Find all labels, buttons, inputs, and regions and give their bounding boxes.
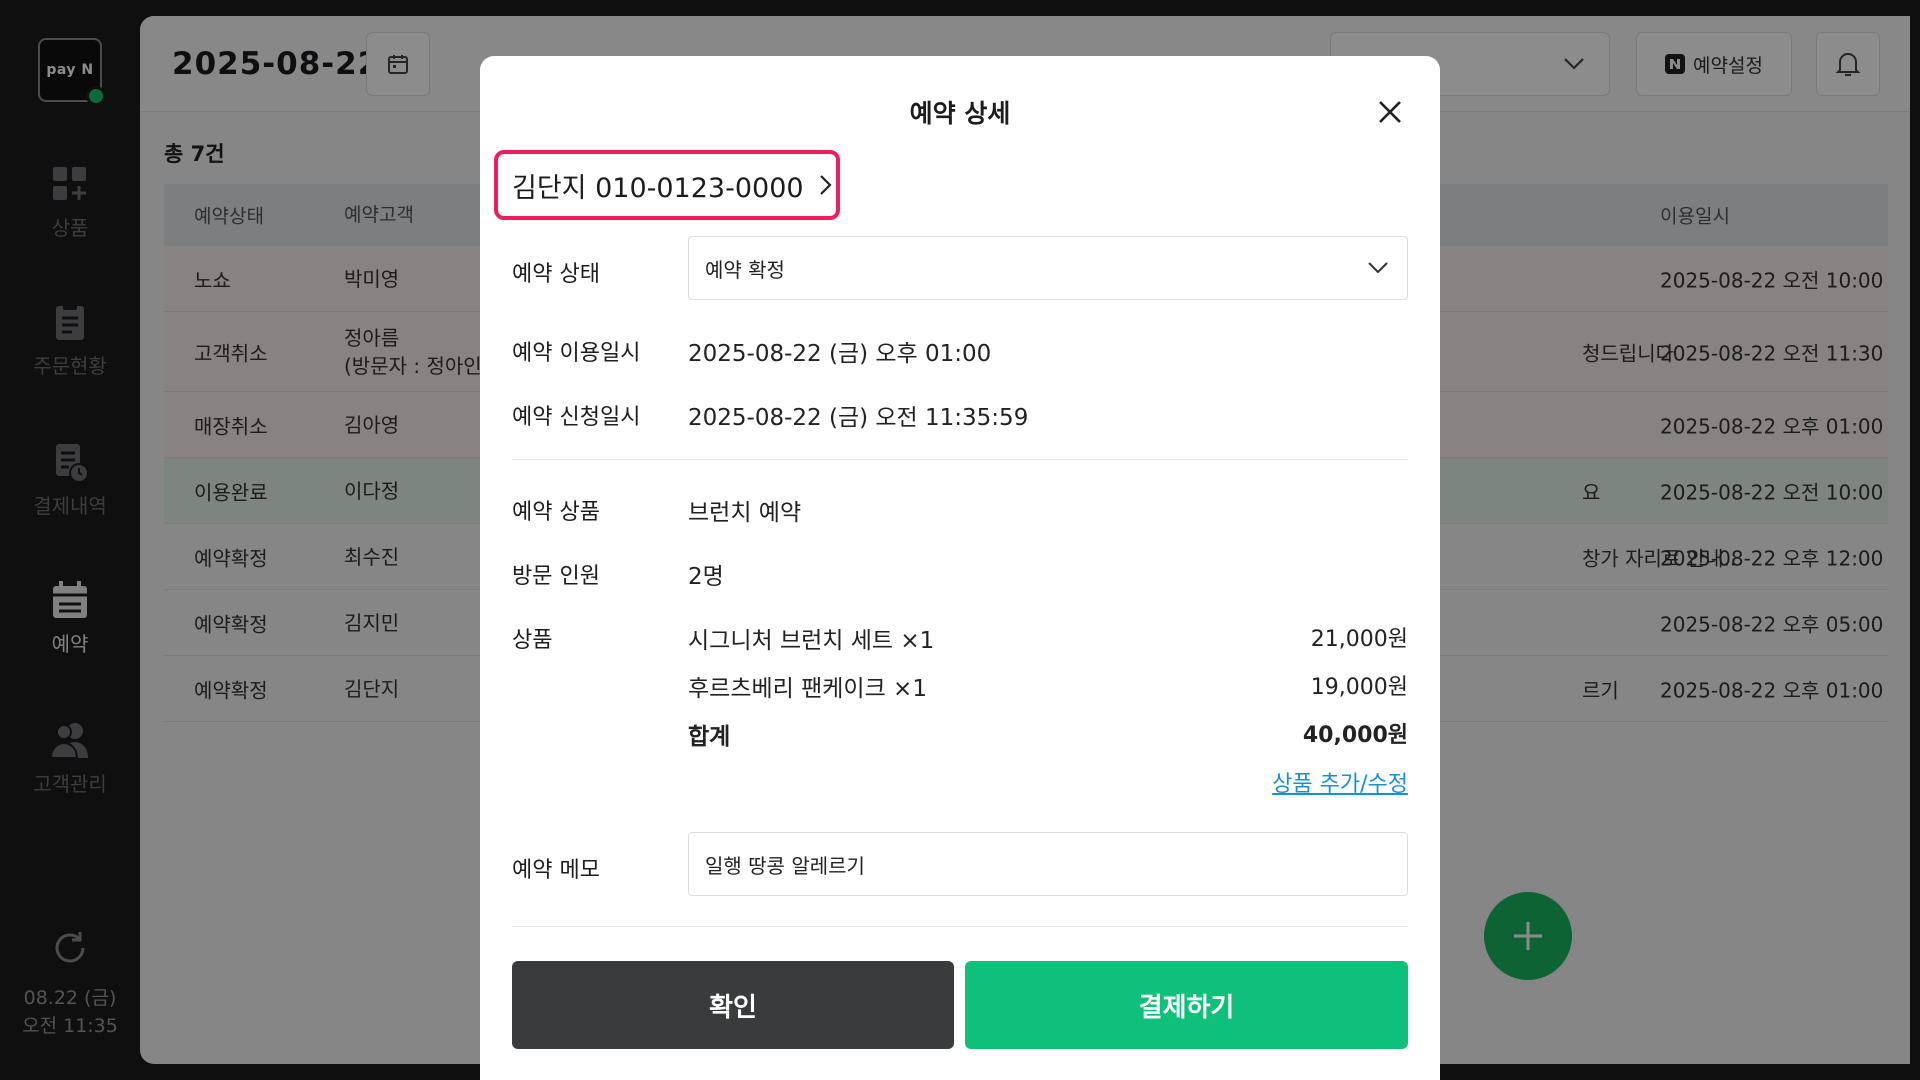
guests-value: 2명 bbox=[688, 564, 724, 590]
confirm-button[interactable]: 확인 bbox=[512, 961, 954, 1049]
edit-products-link[interactable]: 상품 추가/수정 bbox=[1272, 766, 1408, 798]
confirm-button-label: 확인 bbox=[709, 992, 757, 1023]
request-date-value: 2025-08-22 (금) 오전 11:35:59 bbox=[688, 405, 1029, 431]
memo-value: 일행 땅콩 알레르기 bbox=[705, 853, 865, 878]
status-label: 예약 상태 bbox=[512, 262, 600, 287]
item-name: 시그니처 브런치 세트 ×1 bbox=[688, 628, 935, 654]
total-label: 합계 bbox=[688, 724, 731, 750]
close-icon[interactable] bbox=[1370, 92, 1410, 132]
memo-label: 예약 메모 bbox=[512, 858, 600, 883]
items-label: 상품 bbox=[512, 628, 553, 653]
use-date-value: 2025-08-22 (금) 오후 01:00 bbox=[688, 341, 992, 367]
divider bbox=[512, 926, 1408, 927]
pay-button-label: 결제하기 bbox=[1138, 992, 1235, 1023]
pay-button[interactable]: 결제하기 bbox=[965, 961, 1408, 1049]
reservation-detail-modal: 예약 상세 김단지 010-0123-0000 예약 상태 예약 확정 예약 이… bbox=[480, 56, 1440, 1080]
product-value: 브런치 예약 bbox=[688, 500, 802, 526]
product-label: 예약 상품 bbox=[512, 500, 600, 525]
status-select-value: 예약 확정 bbox=[705, 257, 785, 282]
chevron-right-icon bbox=[819, 175, 832, 195]
status-select[interactable]: 예약 확정 bbox=[688, 236, 1408, 300]
chevron-down-icon bbox=[1368, 262, 1388, 274]
use-date-label: 예약 이용일시 bbox=[512, 341, 641, 366]
customer-info-link[interactable]: 김단지 010-0123-0000 bbox=[494, 150, 840, 220]
memo-field[interactable]: 일행 땅콩 알레르기 bbox=[688, 832, 1408, 896]
customer-name-phone: 김단지 010-0123-0000 bbox=[512, 172, 804, 204]
total-price: 40,000원 bbox=[1302, 723, 1408, 748]
item-price: 19,000원 bbox=[1310, 675, 1408, 700]
request-date-label: 예약 신청일시 bbox=[512, 405, 641, 430]
item-name: 후르츠베리 팬케이크 ×1 bbox=[688, 676, 927, 702]
item-price: 21,000원 bbox=[1310, 627, 1408, 652]
divider bbox=[512, 459, 1408, 460]
guests-label: 방문 인원 bbox=[512, 564, 600, 589]
modal-title: 예약 상세 bbox=[909, 99, 1011, 128]
